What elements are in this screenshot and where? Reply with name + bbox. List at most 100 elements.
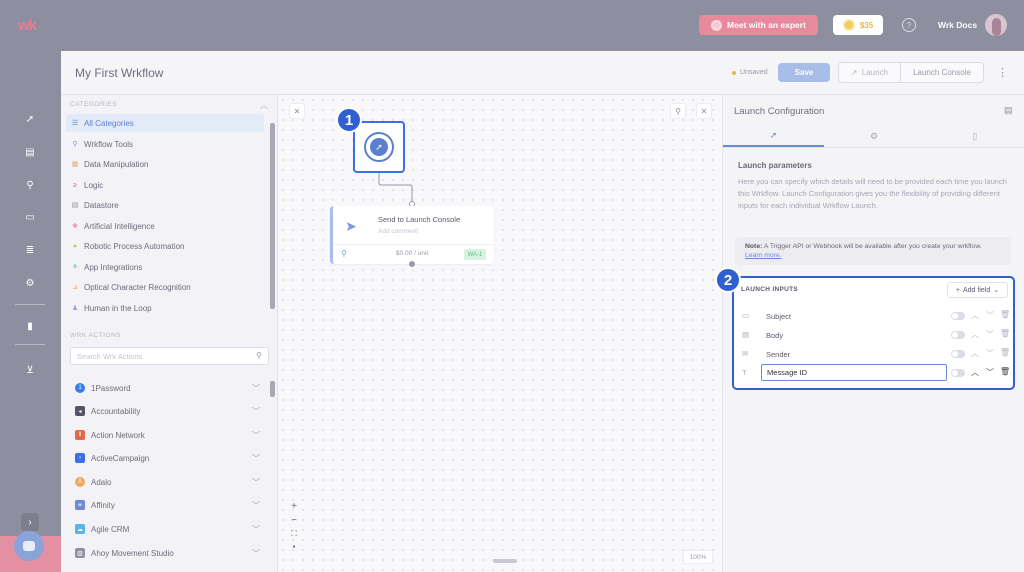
chevron-down-icon[interactable]: ﹀ [252, 477, 260, 488]
tab-launch[interactable]: ➚ [723, 126, 824, 147]
search-icon[interactable]: ⚲ [256, 351, 262, 360]
rocket-icon[interactable]: ➚ [24, 113, 36, 125]
launch-button[interactable]: ➚ Launch [839, 63, 901, 82]
credits-badge[interactable]: $35 [833, 15, 883, 35]
input-field-row-editing[interactable]: T ︿ ﹀ 🗑 [734, 364, 1014, 382]
lock-icon[interactable]: ▪ [293, 542, 296, 551]
drag-handle[interactable] [493, 559, 517, 563]
category-wrkflow-tools[interactable]: ⚲ Wrkflow Tools [66, 135, 264, 153]
chevron-down-icon[interactable]: ﹀ [986, 348, 994, 359]
chevron-up-icon[interactable]: ︿ [260, 100, 268, 111]
actions-scrollbar[interactable] [270, 381, 275, 397]
id-card-icon[interactable]: ▤ [24, 146, 36, 158]
field-name[interactable]: Sender [766, 350, 790, 359]
avatar[interactable] [985, 14, 1007, 36]
trash-icon[interactable]: 🗑 [1000, 329, 1010, 338]
chevron-down-icon[interactable]: ﹀ [252, 406, 260, 417]
category-human-loop[interactable]: ♟ Human in the Loop [66, 299, 264, 317]
book-icon[interactable]: ▮ [24, 320, 36, 332]
add-field-button[interactable]: + Add field ⌄ [947, 282, 1008, 298]
action-item-ahoy[interactable]: ▥ Ahoy Movement Studio ﹀ [70, 542, 260, 564]
left-rail: ➚ ▤ ⚲ ▭ ≣ ⚙ ▮ ⊻ › [0, 51, 61, 572]
search-input[interactable] [77, 351, 247, 361]
required-toggle[interactable] [951, 331, 965, 339]
document-icon[interactable]: ▤ [1004, 105, 1013, 116]
more-options-icon[interactable]: ⋮ [997, 66, 1008, 79]
categories-scrollbar[interactable] [270, 123, 275, 309]
cart-icon[interactable]: ⊻ [24, 364, 36, 376]
expand-rail-button[interactable]: › [21, 513, 39, 531]
agile-crm-logo-icon: ☁ [75, 524, 85, 534]
chevron-down-icon[interactable]: ﹀ [252, 430, 260, 441]
workflow-canvas[interactable]: ✕ ⚲ ✕ ➚ 1 ➤ Send to Launch Console Add c… [278, 95, 722, 572]
input-field-row[interactable]: ▤ Body ︿ ﹀ 🗑 [734, 326, 1014, 344]
action-item-1password[interactable]: 1 1Password ﹀ [70, 377, 260, 399]
launch-console-button[interactable]: Launch Console [901, 63, 983, 82]
chevron-down-icon[interactable]: ﹀ [252, 453, 260, 464]
action-item-action-network[interactable]: ‖ Action Network ﹀ [70, 424, 260, 446]
zoom-in-icon[interactable]: + [291, 501, 297, 512]
chevron-down-icon[interactable]: ﹀ [986, 329, 994, 340]
trash-icon[interactable]: 🗑 [1000, 348, 1010, 357]
chevron-up-icon[interactable]: ︿ [971, 367, 979, 378]
field-name[interactable]: Subject [766, 312, 791, 321]
document-icon: ▯ [972, 131, 978, 141]
category-data-manipulation[interactable]: ▦ Data Manipulation [66, 155, 264, 173]
required-toggle[interactable] [951, 312, 965, 320]
tab-document[interactable]: ▯ [924, 126, 1024, 147]
chevron-down-icon[interactable]: ﹀ [986, 367, 994, 378]
chevron-down-icon[interactable]: ﹀ [986, 310, 994, 321]
output-handle[interactable] [409, 261, 415, 267]
category-app-integrations[interactable]: ⚘ App Integrations [66, 258, 264, 276]
input-field-row[interactable]: ✉ Sender ︿ ﹀ 🗑 [734, 345, 1014, 363]
trash-icon[interactable]: 🗑 [1000, 310, 1010, 319]
chevron-down-icon[interactable]: ﹀ [252, 383, 260, 394]
category-ocr[interactable]: ⊿ Optical Character Recognition [66, 278, 264, 296]
zoom-out-icon[interactable]: − [291, 515, 297, 526]
trash-icon[interactable]: 🗑 [1000, 367, 1010, 376]
ahoy-logo-icon: ▥ [75, 548, 85, 558]
category-rpa[interactable]: ● Robotic Process Automation [66, 237, 264, 255]
category-label: Data Manipulation [84, 159, 149, 169]
field-name[interactable]: Body [766, 331, 783, 340]
wrench-icon[interactable]: ⚲ [24, 179, 36, 191]
chevron-up-icon[interactable]: ︿ [971, 348, 979, 359]
tab-settings[interactable]: ⚙ [824, 126, 925, 147]
input-field-row[interactable]: ▭ Subject ︿ ﹀ 🗑 [734, 307, 1014, 325]
app-logo[interactable]: wk [18, 17, 37, 34]
save-button[interactable]: Save [778, 63, 830, 82]
chat-button[interactable] [14, 531, 44, 561]
chevron-up-icon[interactable]: ︿ [971, 329, 979, 340]
meet-expert-button[interactable]: ☺ Meet with an expert [699, 15, 818, 35]
add-comment-link[interactable]: Add comment [378, 228, 418, 235]
chevron-down-icon[interactable]: ﹀ [252, 500, 260, 511]
action-item-adalo[interactable]: Λ Adalo ﹀ [70, 471, 260, 493]
action-item-accountability[interactable]: ◂ Accountability ﹀ [70, 400, 260, 422]
page-title[interactable]: My First Wrkflow [75, 66, 163, 80]
database-icon[interactable]: ≣ [24, 244, 36, 256]
category-logic[interactable]: ≥ Logic [66, 176, 264, 194]
launch-trigger-node[interactable]: ➚ [353, 121, 405, 173]
send-to-console-node[interactable]: ➤ Send to Launch Console Add comment ⚲ $… [330, 206, 494, 264]
learn-more-link[interactable]: Learn more. [745, 252, 782, 259]
category-all[interactable]: ☰ All Categories [66, 114, 264, 132]
required-toggle[interactable] [951, 350, 965, 358]
list-icon: ☰ [71, 120, 79, 127]
action-item-agile-crm[interactable]: ☁ Agile CRM ﹀ [70, 518, 260, 540]
adalo-logo-icon: Λ [75, 477, 85, 487]
help-icon[interactable]: ? [902, 18, 916, 32]
category-ai[interactable]: ❀ Artificial Intelligence [66, 217, 264, 235]
user-name[interactable]: Wrk Docs [938, 20, 977, 30]
action-item-affinity[interactable]: ✳ Affinity ﹀ [70, 494, 260, 516]
fit-view-icon[interactable]: ⛶ [291, 529, 297, 539]
field-name-input[interactable] [761, 364, 947, 381]
gear-icon[interactable]: ⚙ [24, 277, 36, 289]
action-item-activecampaign[interactable]: › ActiveCampaign ﹀ [70, 447, 260, 469]
required-toggle[interactable] [951, 369, 965, 377]
chevron-up-icon[interactable]: ︿ [971, 310, 979, 321]
category-datastore[interactable]: ▤ Datastore [66, 196, 264, 214]
chevron-down-icon[interactable]: ﹀ [252, 524, 260, 535]
wrench-icon[interactable]: ⚲ [341, 249, 347, 258]
chevron-down-icon[interactable]: ﹀ [252, 548, 260, 559]
folder-icon[interactable]: ▭ [24, 211, 36, 223]
